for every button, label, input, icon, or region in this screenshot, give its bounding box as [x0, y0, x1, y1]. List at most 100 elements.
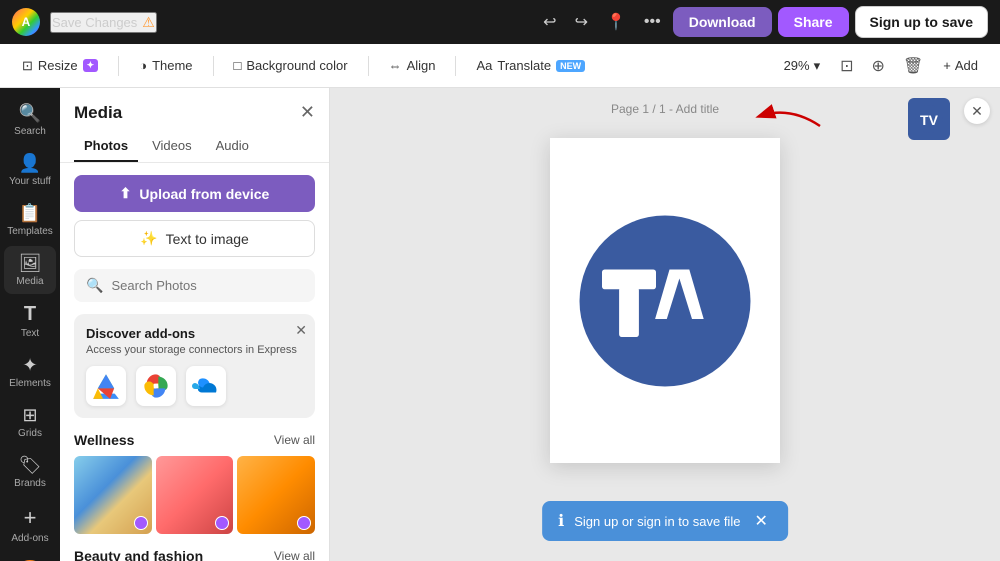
search-icon: 🔍 — [19, 103, 41, 124]
canvas-document[interactable] — [550, 138, 780, 463]
theme-label: Theme — [152, 58, 192, 73]
text-to-image-button[interactable]: ✨ Text to image — [74, 220, 315, 257]
tab-videos[interactable]: Videos — [142, 131, 202, 162]
text-to-image-label: Text to image — [166, 231, 249, 247]
bg-color-tool[interactable]: □ Background color — [226, 54, 356, 77]
sidebar-label-templates: Templates — [7, 226, 53, 237]
wellness-section-header: Wellness View all — [74, 432, 315, 448]
tab-photos[interactable]: Photos — [74, 131, 138, 162]
divider-4 — [455, 56, 456, 76]
upload-from-device-button[interactable]: ⬆ Upload from device — [74, 175, 315, 212]
info-icon: ℹ — [558, 511, 564, 531]
tv-thumbnail[interactable]: TV — [908, 98, 950, 140]
sidebar-label-search: Search — [14, 126, 46, 137]
tab-audio[interactable]: Audio — [206, 131, 259, 162]
toolbar: ⊡ Resize ✦ ◑ Theme □ Background color ⇔ … — [0, 44, 1000, 88]
elements-icon: ✦ — [22, 355, 37, 376]
sidebar-item-templates[interactable]: 📋 Templates — [4, 196, 56, 244]
signup-banner-text: Sign up or sign in to save file — [574, 514, 740, 529]
fullscreen-button[interactable]: ⊡ — [834, 52, 859, 80]
sidebar-item-grids[interactable]: ⊞ Grids — [4, 398, 56, 446]
text-to-image-icon: ✨ — [140, 230, 157, 247]
wellness-photo-2[interactable] — [156, 456, 234, 534]
more-options-button[interactable]: ••• — [638, 9, 667, 35]
main-content: 🔍 Search 👤 Your stuff 📋 Templates 🖼 Medi… — [0, 88, 1000, 561]
discover-icons — [86, 366, 303, 406]
media-panel-header: Media ✕ — [60, 88, 329, 131]
sidebar-item-text[interactable]: T Text — [4, 296, 56, 346]
media-tabs: Photos Videos Audio — [60, 131, 329, 163]
accessibility-button[interactable]: ⊕ — [866, 52, 891, 80]
media-panel-close-button[interactable]: ✕ — [300, 102, 315, 123]
undo-button[interactable]: ↩ — [537, 8, 562, 36]
theme-icon: ◑ — [139, 58, 147, 73]
sidebar-icons: 🔍 Search 👤 Your stuff 📋 Templates 🖼 Medi… — [0, 88, 60, 561]
delete-button[interactable]: 🗑 — [897, 52, 929, 80]
media-icon: 🖼 — [19, 253, 42, 274]
sidebar-label-text: Text — [21, 328, 39, 339]
canvas-wrapper — [550, 138, 780, 463]
google-photos-icon[interactable] — [136, 366, 176, 406]
topbar-actions: ↩ ↪ 📍 ••• Download Share Sign up to save — [537, 6, 988, 38]
resize-label: Resize — [38, 58, 78, 73]
templates-icon: 📋 — [19, 203, 41, 224]
try-premium-button[interactable]: ⭐ Try Premium — [0, 553, 60, 561]
resize-tool[interactable]: ⊡ Resize ✦ — [14, 54, 106, 78]
signup-save-button[interactable]: Sign up to save — [855, 6, 988, 38]
right-panel-close-button[interactable]: ✕ — [964, 98, 990, 124]
sidebar-label-grids: Grids — [18, 428, 42, 439]
sidebar-label-media: Media — [16, 276, 43, 287]
theme-tool[interactable]: ◑ Theme — [131, 54, 200, 77]
discover-addons-banner: ✕ Discover add-ons Access your storage c… — [74, 314, 315, 418]
align-icon: ⇔ — [389, 58, 402, 73]
media-panel: Media ✕ Photos Videos Audio ⬆ Upload fro… — [60, 88, 330, 561]
discover-banner-close[interactable]: ✕ — [295, 322, 307, 339]
topbar: A Save Changes ⚠ ↩ ↪ 📍 ••• Download Shar… — [0, 0, 1000, 44]
download-button[interactable]: Download — [673, 7, 772, 37]
align-tool[interactable]: ⇔ Align — [381, 54, 444, 77]
grids-icon: ⊞ — [22, 405, 37, 426]
translate-icon: Aa — [476, 58, 492, 73]
add-button[interactable]: + Add — [935, 54, 986, 77]
wellness-photo-1[interactable] — [74, 456, 152, 534]
sidebar-label-your-stuff: Your stuff — [9, 176, 51, 187]
sidebar-item-search[interactable]: 🔍 Search — [4, 96, 56, 144]
save-changes-button[interactable]: Save Changes ⚠ — [50, 12, 157, 33]
wellness-photo-3[interactable] — [237, 456, 315, 534]
align-label: Align — [407, 58, 436, 73]
search-bar: 🔍 — [74, 269, 315, 302]
translate-label: Translate — [497, 58, 551, 73]
zoom-value: 29% — [784, 58, 810, 73]
add-ons-icon: + — [24, 505, 37, 531]
translate-tool[interactable]: Aa Translate NEW — [468, 54, 593, 77]
signup-banner: ℹ Sign up or sign in to save file ✕ — [542, 501, 788, 541]
share-button[interactable]: Share — [778, 7, 849, 37]
beauty-section-header: Beauty and fashion View all — [74, 548, 315, 561]
discover-description: Access your storage connectors in Expres… — [86, 344, 303, 356]
svg-text:TV: TV — [920, 112, 939, 128]
location-button[interactable]: 📍 — [600, 8, 632, 36]
sidebar-item-media[interactable]: 🖼 Media — [4, 246, 56, 294]
sidebar-item-brands[interactable]: 🏷 Brands — [4, 448, 56, 496]
divider-1 — [118, 56, 119, 76]
sidebar-item-your-stuff[interactable]: 👤 Your stuff — [4, 146, 56, 194]
toolbar-right: 29% ▾ ⊡ ⊕ 🗑 + Add — [776, 52, 986, 80]
search-input[interactable] — [111, 278, 303, 293]
save-changes-label: Save Changes — [52, 15, 137, 30]
wellness-view-all-link[interactable]: View all — [274, 433, 315, 447]
discover-title: Discover add-ons — [86, 326, 303, 341]
sidebar-item-elements[interactable]: ✦ Elements — [4, 348, 56, 396]
onedrive-icon[interactable] — [186, 366, 226, 406]
text-icon: T — [24, 303, 36, 326]
media-panel-title: Media — [74, 103, 122, 123]
tv-logo-graphic — [575, 211, 755, 391]
beauty-view-all-link[interactable]: View all — [274, 549, 315, 561]
sidebar-item-add-ons[interactable]: + Add-ons — [4, 498, 56, 551]
wellness-photo-grid — [74, 456, 315, 534]
google-drive-icon[interactable] — [86, 366, 126, 406]
zoom-control[interactable]: 29% ▾ — [776, 54, 829, 78]
premium-badge-2 — [215, 516, 229, 530]
redo-button[interactable]: ↪ — [569, 8, 594, 36]
signup-banner-close-button[interactable]: ✕ — [750, 511, 771, 531]
divider-3 — [368, 56, 369, 76]
